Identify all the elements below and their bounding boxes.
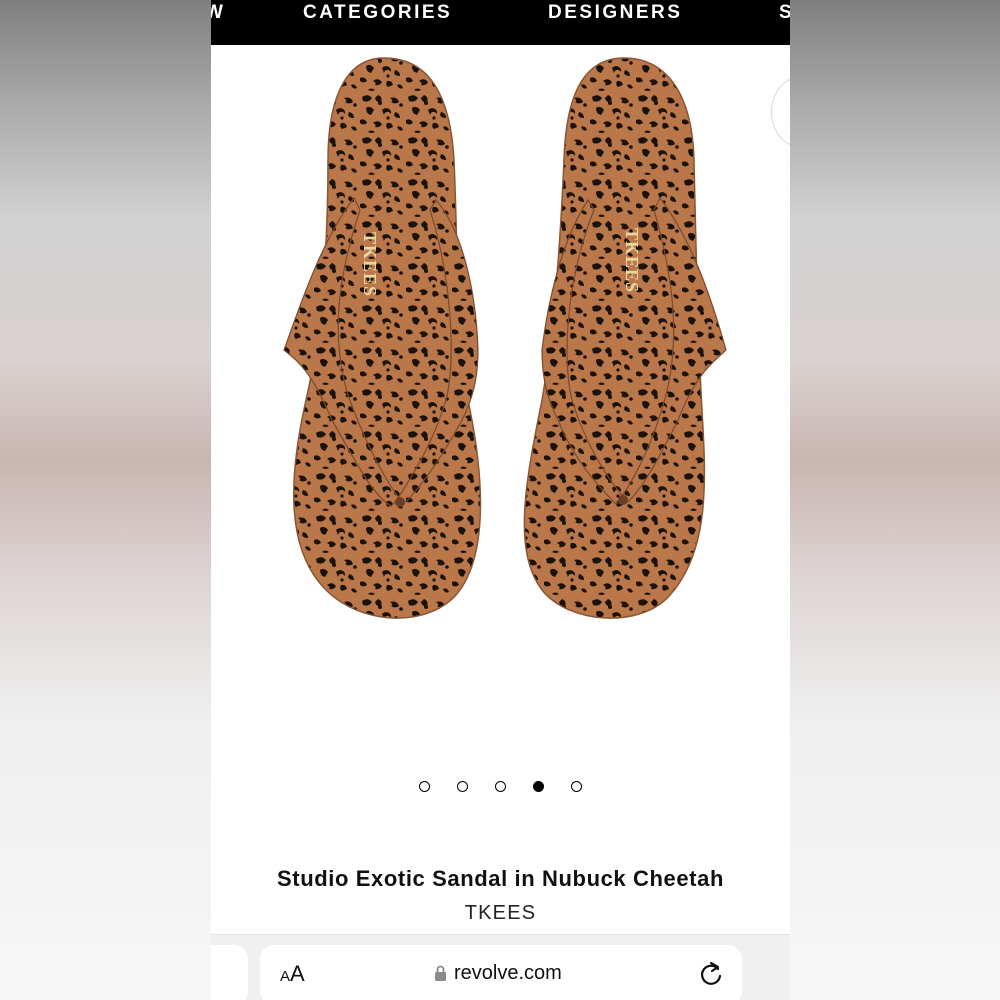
carousel-dot-1[interactable] xyxy=(419,781,430,792)
text-size-button[interactable]: AA xyxy=(280,961,305,987)
previous-tab-preview[interactable] xyxy=(211,945,248,1000)
carousel-dot-2[interactable] xyxy=(457,781,468,792)
nav-item-cut-left[interactable]: W xyxy=(211,2,225,24)
carousel-indicator xyxy=(211,779,790,795)
carousel-dot-3[interactable] xyxy=(495,781,506,792)
carousel-dot-5[interactable] xyxy=(571,781,582,792)
reload-icon[interactable] xyxy=(698,960,724,988)
left-sandal-logo: TKEES xyxy=(360,232,380,297)
product-title: Studio Exotic Sandal in Nubuck Cheetah xyxy=(277,866,724,891)
top-navigation-bar: W CATEGORIES DESIGNERS S xyxy=(211,0,790,45)
product-brand-link[interactable]: TKEES xyxy=(211,902,790,925)
floating-action-button-partial[interactable] xyxy=(771,76,790,148)
right-blurred-background xyxy=(789,0,1000,1000)
left-blurred-background xyxy=(0,0,211,1000)
browser-bottom-bar: AA revolve.com xyxy=(211,934,790,1000)
lock-icon xyxy=(435,965,446,981)
nav-item-cut-right[interactable]: S xyxy=(779,2,790,24)
url-text: revolve.com xyxy=(454,962,562,984)
nav-item-designers[interactable]: DESIGNERS xyxy=(548,2,682,24)
carousel-dot-4[interactable] xyxy=(533,781,544,792)
address-bar[interactable]: AA revolve.com xyxy=(260,945,742,1000)
product-image-cheetah-sandals[interactable]: TKEES TKEES xyxy=(266,50,736,630)
phone-screenshot: W CATEGORIES DESIGNERS S TKEES TKEES Stu… xyxy=(211,0,790,1000)
url-display[interactable]: revolve.com xyxy=(434,962,562,985)
nav-item-categories[interactable]: CATEGORIES xyxy=(303,2,452,24)
right-sandal-logo: TKEES xyxy=(622,228,642,293)
